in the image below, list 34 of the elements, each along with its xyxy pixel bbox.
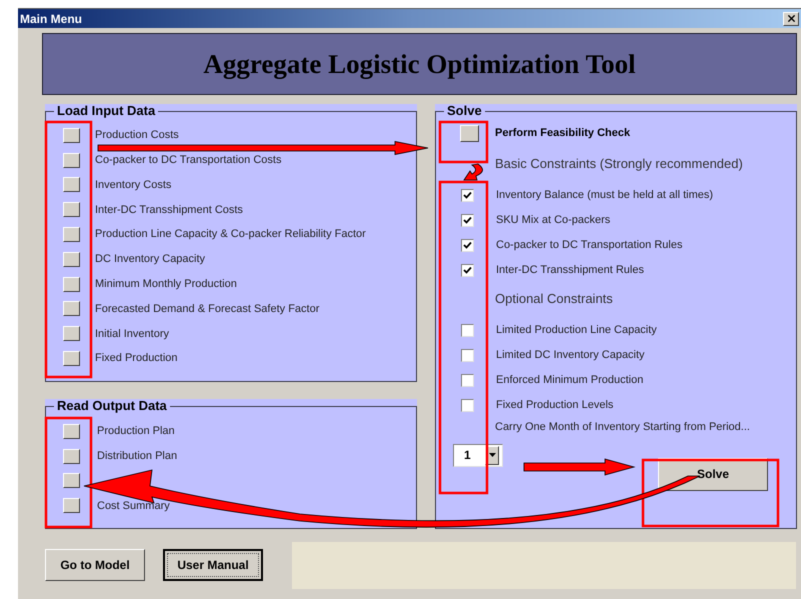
input-label: Inter-DC Transshipment Costs (95, 202, 243, 218)
checkbox-label: Enforced Minimum Production (496, 373, 644, 388)
output-label: Cost Summary (97, 498, 170, 514)
input-label: Co-packer to DC Transportation Costs (95, 152, 282, 168)
checkbox-label: Fixed Production Levels (496, 398, 614, 414)
input-label: Forecasted Demand & Forecast Safety Factor (95, 302, 320, 317)
input-label: Inventory Costs (95, 178, 172, 193)
output-label: Production Plan (97, 424, 175, 440)
checkbox-label: Inventory Balance (must be held at all times) (496, 188, 714, 203)
footer-button[interactable]: Go to Model (45, 549, 145, 581)
checkbox-label: SKU Mix at Co-packers (496, 212, 610, 228)
feasibility-label: Perform Feasibility Check (495, 126, 630, 142)
window-title: Main Menu (20, 10, 82, 28)
footer-button[interactable]: User Manual (163, 549, 263, 581)
period-value: 1 (464, 447, 472, 464)
section-heading: Optional Constraints (495, 290, 614, 308)
input-label: Minimum Monthly Production (95, 276, 237, 292)
group-title: Load Input Data (56, 104, 156, 118)
input-label: Fixed Production (95, 351, 178, 366)
group-title: Solve (446, 104, 483, 118)
section-heading: Basic Constraints (Strongly recommended) (495, 155, 744, 173)
checkbox-label: Limited DC Inventory Capacity (496, 348, 645, 364)
input-label: Production Costs (95, 128, 179, 144)
output-label: Distribution Plan (97, 448, 178, 464)
input-label: Initial Inventory (95, 326, 169, 342)
checkbox-label: Co-packer to DC Transportation Rules (496, 238, 682, 253)
checkbox-label: Limited Production Line Capacity (496, 323, 657, 338)
banner-title: Aggregate Logistic Optimization Tool (203, 48, 636, 81)
period-dropdown[interactable]: 1 (453, 444, 503, 466)
checkbox-label: Inter-DC Transshipment Rules (496, 262, 644, 278)
input-label: Production Line Capacity & Co-packer Reliability Factor (95, 227, 366, 242)
input-label: DC Inventory Capacity (95, 252, 206, 268)
group-title: Read Output Data (56, 399, 168, 413)
carry-label: Carry One Month of Inventory Starting from Period... (495, 420, 751, 435)
